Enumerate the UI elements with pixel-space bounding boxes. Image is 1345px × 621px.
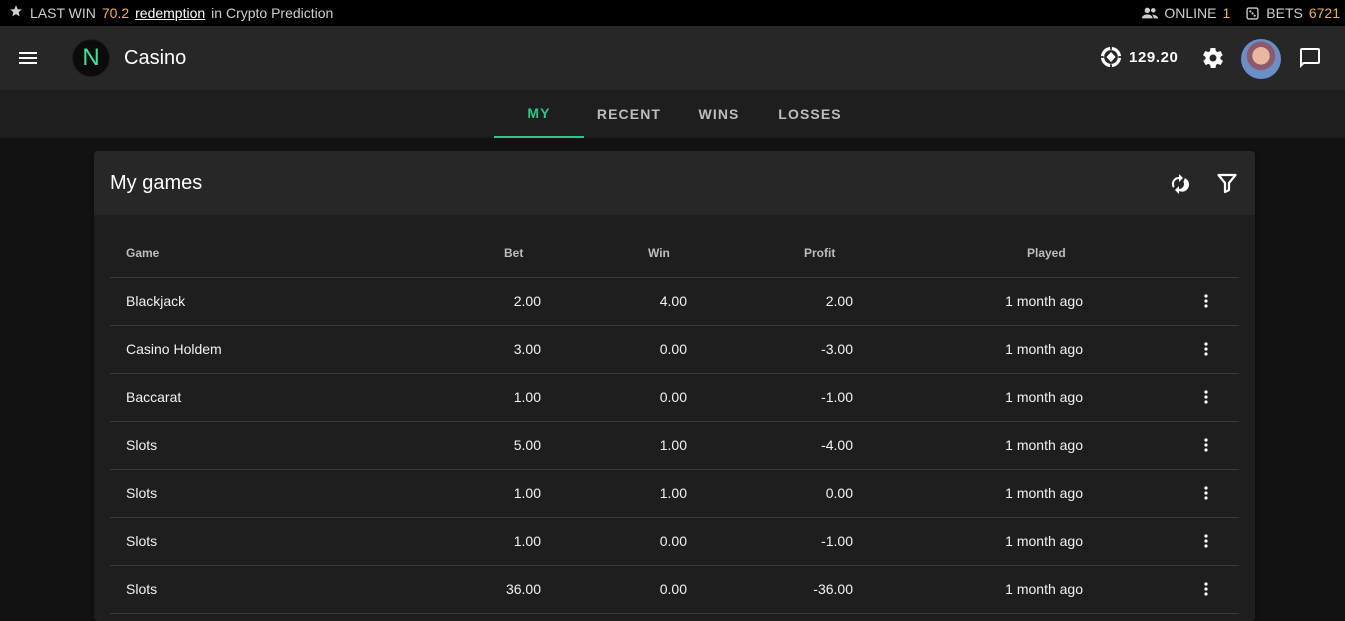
- cell-played: 1 month ago: [1005, 341, 1083, 357]
- cell-game: Blackjack: [126, 293, 186, 309]
- tab-wins[interactable]: WINS: [674, 90, 764, 138]
- balance-display[interactable]: 129.20: [1100, 46, 1178, 68]
- balance-amount: 129.20: [1129, 48, 1179, 66]
- cell-game: Casino Holdem: [126, 341, 222, 357]
- cell-bet: 1.00: [513, 389, 541, 405]
- header-profit[interactable]: Profit: [804, 229, 835, 278]
- more-vert-icon[interactable]: [1195, 386, 1217, 408]
- tabs-bar: MY RECENT WINS LOSSES: [0, 90, 1345, 138]
- cell-game: Slots: [126, 581, 158, 597]
- cell-win: 1.00: [659, 437, 687, 453]
- filter-icon[interactable]: [1215, 171, 1239, 195]
- my-games-card: My games Game Bet Win Profit Played Blac…: [94, 151, 1255, 621]
- more-vert-icon[interactable]: [1195, 434, 1217, 456]
- cell-bet: 1.00: [513, 485, 541, 501]
- cell-profit: -1.00: [821, 533, 853, 549]
- app-bar: N Casino 129.20: [0, 26, 1345, 90]
- table-row[interactable]: Slots 36.00 0.00 -36.00 1 month ago: [110, 566, 1239, 614]
- cell-played: 1 month ago: [1005, 485, 1083, 501]
- last-win-context: in Crypto Prediction: [211, 5, 334, 21]
- cell-bet: 2.00: [513, 293, 541, 309]
- cell-profit: -1.00: [821, 389, 853, 405]
- logo-letter: N: [82, 44, 100, 71]
- more-vert-icon[interactable]: [1195, 290, 1217, 312]
- tab-losses[interactable]: LOSSES: [764, 90, 856, 138]
- table-row[interactable]: Blackjack 2.00 4.00 2.00 1 month ago: [110, 278, 1239, 326]
- table-row[interactable]: Casino Holdem 3.00 0.00 -3.00 1 month ag…: [110, 326, 1239, 374]
- cell-played: 1 month ago: [1005, 389, 1083, 405]
- cell-bet: 3.00: [513, 341, 541, 357]
- games-table: Game Bet Win Profit Played Blackjack 2.0…: [110, 229, 1239, 614]
- table-row[interactable]: Baccarat 1.00 0.00 -1.00 1 month ago: [110, 374, 1239, 422]
- chip-icon: [1100, 46, 1122, 68]
- tab-my[interactable]: MY: [494, 90, 584, 138]
- cell-game: Slots: [126, 437, 158, 453]
- cell-bet: 36.00: [505, 581, 541, 597]
- tab-recent[interactable]: RECENT: [584, 90, 674, 138]
- table-row[interactable]: Slots 1.00 1.00 0.00 1 month ago: [110, 470, 1239, 518]
- users-icon: [1142, 6, 1159, 20]
- cell-win: 1.00: [659, 485, 687, 501]
- cell-win: 0.00: [659, 341, 687, 357]
- table-row[interactable]: Slots 1.00 0.00 -1.00 1 month ago: [110, 518, 1239, 566]
- cell-game: Slots: [126, 485, 158, 501]
- online-count: 1: [1222, 5, 1231, 21]
- more-vert-icon[interactable]: [1195, 338, 1217, 360]
- cell-profit: -4.00: [821, 437, 853, 453]
- cell-win: 0.00: [659, 533, 687, 549]
- cell-profit: -36.00: [813, 581, 853, 597]
- cell-game: Baccarat: [126, 389, 182, 405]
- cell-bet: 5.00: [513, 437, 541, 453]
- last-win-amount: 70.2: [101, 5, 130, 21]
- card-title: My games: [110, 172, 203, 194]
- dice-icon: [1244, 6, 1260, 20]
- more-vert-icon[interactable]: [1195, 578, 1217, 600]
- refresh-icon[interactable]: [1167, 171, 1191, 195]
- bets-label: BETS: [1266, 5, 1303, 21]
- last-win-ticker: LAST WIN 70.2 redemption in Crypto Predi…: [0, 0, 1345, 26]
- header-win[interactable]: Win: [648, 229, 670, 278]
- chat-icon[interactable]: [1298, 46, 1322, 70]
- header-played[interactable]: Played: [1027, 229, 1066, 278]
- cell-profit: -3.00: [821, 341, 853, 357]
- star-icon: [9, 4, 23, 22]
- cell-profit: 2.00: [825, 293, 853, 309]
- last-win-user-link[interactable]: redemption: [135, 5, 205, 21]
- cell-played: 1 month ago: [1005, 293, 1083, 309]
- cell-played: 1 month ago: [1005, 437, 1083, 453]
- cell-win: 4.00: [659, 293, 687, 309]
- app-logo[interactable]: N: [72, 39, 110, 77]
- cell-win: 0.00: [659, 581, 687, 597]
- bets-count: 6721: [1308, 5, 1340, 21]
- app-title: Casino: [124, 47, 187, 69]
- table-row[interactable]: Slots 5.00 1.00 -4.00 1 month ago: [110, 422, 1239, 470]
- online-label: ONLINE: [1164, 5, 1217, 21]
- cell-played: 1 month ago: [1005, 533, 1083, 549]
- cell-win: 0.00: [659, 389, 687, 405]
- avatar[interactable]: [1241, 39, 1281, 79]
- more-vert-icon[interactable]: [1195, 482, 1217, 504]
- gear-icon[interactable]: [1201, 46, 1225, 70]
- cell-game: Slots: [126, 533, 158, 549]
- cell-played: 1 month ago: [1005, 581, 1083, 597]
- table-header: Game Bet Win Profit Played: [110, 229, 1239, 278]
- menu-icon[interactable]: [16, 46, 40, 70]
- header-game[interactable]: Game: [126, 229, 159, 278]
- card-header: My games: [94, 151, 1255, 215]
- header-bet[interactable]: Bet: [504, 229, 523, 278]
- last-win-label: LAST WIN: [30, 5, 96, 21]
- cell-profit: 0.00: [825, 485, 853, 501]
- cell-bet: 1.00: [513, 533, 541, 549]
- more-vert-icon[interactable]: [1195, 530, 1217, 552]
